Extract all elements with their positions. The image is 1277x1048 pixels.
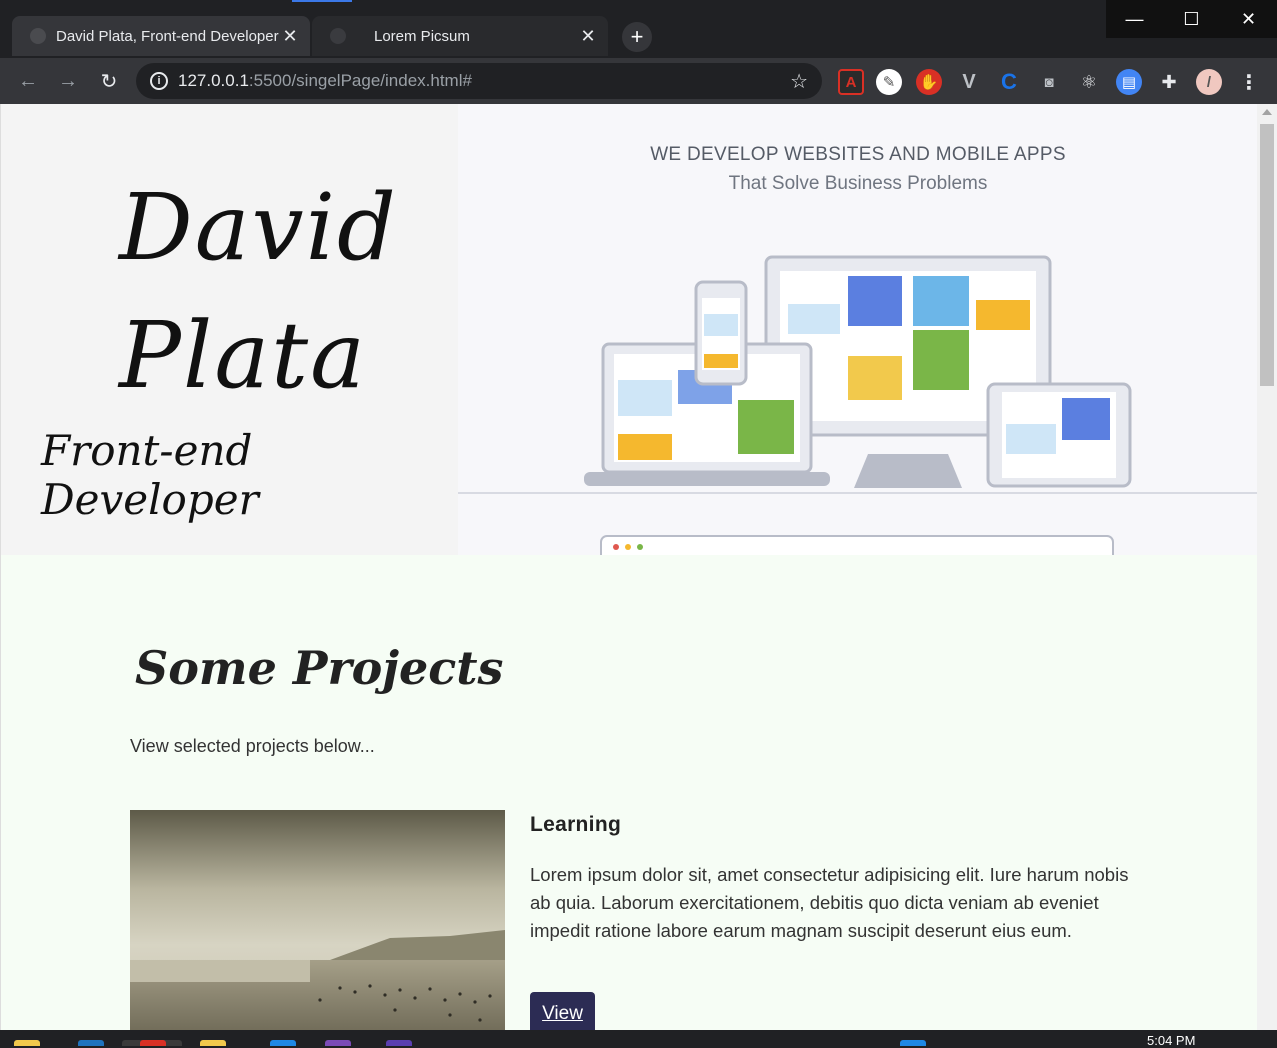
vscode-icon[interactable]: [270, 1040, 296, 1046]
tab-close-icon[interactable]: ✕: [578, 26, 598, 46]
projects-section: Some Projects View selected projects bel…: [0, 555, 1257, 1030]
url-path: :5500/singelPage/index.html#: [248, 71, 472, 90]
new-tab-button[interactable]: +: [622, 22, 652, 52]
close-icon[interactable]: ✕: [1220, 0, 1277, 38]
tab-david-plata[interactable]: David Plata, Front-end Developer ✕: [12, 16, 310, 56]
project-description: Lorem ipsum dolor sit, amet consectetur …: [530, 864, 1129, 941]
hero-intro: David Plata Front-end Developer: [1, 104, 458, 555]
project-image[interactable]: [130, 810, 505, 1030]
pdf-icon[interactable]: A: [838, 69, 864, 95]
app-icon[interactable]: [386, 1040, 412, 1046]
docs-icon[interactable]: ▤: [1116, 69, 1142, 95]
hero-first-name: David: [119, 174, 398, 281]
cortex-icon[interactable]: C: [996, 69, 1022, 95]
hero-section: David Plata Front-end Developer WE DEVEL…: [0, 104, 1258, 555]
browser-toolbar: ← → ↻ i 127.0.0.1 :5500/singelPage/index…: [0, 58, 1277, 104]
chrome-icon: [140, 1040, 166, 1046]
forward-arrow-icon[interactable]: →: [55, 68, 81, 94]
project-title: Learning: [530, 813, 622, 836]
hero-divider: [458, 492, 1258, 494]
scroll-up-arrow-icon[interactable]: [1262, 109, 1272, 115]
reload-icon[interactable]: ↻: [96, 68, 122, 94]
maximize-icon[interactable]: ☐: [1163, 0, 1220, 38]
devices-illustration: [584, 255, 1132, 555]
hero-role: Front-end Developer: [41, 426, 259, 524]
bookmark-star-icon[interactable]: ☆: [790, 69, 808, 94]
puzzle-icon[interactable]: ✚: [1156, 69, 1182, 95]
loading-indicator: [292, 0, 352, 2]
projects-title: Some Projects: [135, 641, 504, 695]
app-icon[interactable]: [78, 1040, 104, 1046]
chat-icon[interactable]: ✎: [876, 69, 902, 95]
browser-titlebar: David Plata, Front-end Developer ✕ Lorem…: [0, 0, 1277, 60]
tab-title: Lorem Picsum: [374, 27, 470, 45]
beach-photo: [130, 810, 505, 1030]
file-explorer-icon[interactable]: [14, 1040, 40, 1046]
tab-title: David Plata, Front-end Developer: [56, 27, 279, 45]
page-viewport: David Plata Front-end Developer WE DEVEL…: [0, 104, 1277, 1030]
react-devtools-icon[interactable]: ⚛: [1076, 69, 1102, 95]
globe-icon: [30, 28, 46, 44]
ublock-icon[interactable]: ✋: [916, 69, 942, 95]
site-info-icon[interactable]: i: [150, 72, 168, 90]
tab-close-icon[interactable]: ✕: [280, 26, 300, 46]
window-controls: — ☐ ✕: [1106, 0, 1277, 38]
profile-avatar[interactable]: /: [1196, 69, 1222, 95]
page-scrollbar[interactable]: [1257, 104, 1277, 1030]
view-project-button[interactable]: View: [530, 992, 595, 1030]
os-taskbar: 5:04 PM: [0, 1030, 1277, 1048]
hero-name: David Plata: [119, 164, 398, 420]
tab-lorem-picsum[interactable]: Lorem Picsum ✕: [312, 16, 608, 56]
app-icon[interactable]: [900, 1040, 926, 1046]
hero-last-name: Plata: [119, 302, 367, 409]
vimium-icon[interactable]: V: [956, 69, 982, 95]
camera-icon[interactable]: ◙: [1036, 69, 1062, 95]
globe-icon: [330, 28, 346, 44]
kebab-menu-icon[interactable]: ⋮: [1236, 69, 1262, 95]
scrollbar-thumb[interactable]: [1260, 124, 1274, 386]
back-arrow-icon[interactable]: ←: [15, 68, 41, 94]
app-icon[interactable]: [325, 1040, 351, 1046]
app-icon[interactable]: [200, 1040, 226, 1046]
hero-illustration-panel: WE DEVELOP WEBSITES AND MOBILE APPS That…: [458, 104, 1258, 555]
minimize-icon[interactable]: —: [1106, 0, 1163, 38]
projects-subtitle: View selected projects below...: [130, 736, 375, 756]
address-bar[interactable]: i 127.0.0.1 :5500/singelPage/index.html#…: [136, 63, 822, 99]
url-host: 127.0.0.1: [178, 71, 249, 90]
